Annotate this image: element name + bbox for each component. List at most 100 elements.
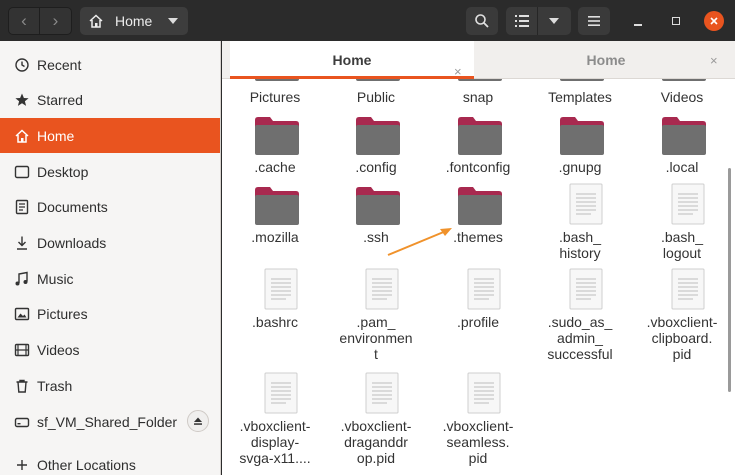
clock-icon [14,57,30,73]
text-file-icon [671,268,705,310]
file-item-sudo-as-admin-successful[interactable]: .sudo_as_ admin_ successful [530,268,630,363]
sidebar-item-trash[interactable]: Trash [0,368,220,403]
sidebar-item-recent[interactable]: Recent [0,47,220,82]
vertical-scrollbar[interactable] [728,168,731,392]
file-item-gnupg[interactable]: .gnupg [530,117,630,177]
text-file-icon [569,268,603,310]
sidebar-item-downloads[interactable]: Downloads [0,225,220,260]
sidebar-item-label: Starred [37,91,83,108]
file-item-public[interactable]: Public [326,79,426,109]
file-label: svga-x11.... [239,450,311,466]
file-item-bash-history[interactable]: .bash_ history [530,183,630,263]
file-item-bashrc[interactable]: .bashrc [225,268,325,363]
file-item-vboxclient-display[interactable]: .vboxclient- display- svga-x11.... [225,372,325,467]
file-label: Pictures [249,89,301,105]
file-label: .profile [456,314,500,330]
file-label: snap [462,89,494,105]
minimize-button[interactable] [628,7,648,35]
history-nav: ‹ › [8,7,72,35]
file-label: .cache [254,159,296,175]
file-item-config[interactable]: .config [326,117,426,177]
file-item-pam-environment[interactable]: .pam_ environmen t [326,268,426,363]
sidebar-item-home[interactable]: Home [0,118,220,153]
file-item-vboxclient-clipboard[interactable]: .vboxclient- clipboard. pid [632,268,732,363]
file-item-videos[interactable]: Videos [632,79,732,109]
close-icon [710,17,718,25]
file-label: pid [468,450,488,466]
file-label: successful [547,346,613,362]
maximize-button[interactable] [666,7,686,35]
forward-button[interactable]: › [40,8,71,34]
search-button[interactable] [466,7,498,35]
sidebar-item-label: Recent [37,56,82,73]
text-file-icon [467,268,501,310]
download-icon [14,235,30,251]
caret-down-icon [168,18,178,24]
list-view-button[interactable] [506,7,538,35]
file-label: Videos [660,89,704,105]
file-item-snap[interactable]: snap [428,79,528,109]
file-item-local[interactable]: .local [632,117,732,177]
videos-icon [14,342,30,358]
tab-close-button[interactable]: × [710,53,718,68]
file-item-vboxclient-draganddrop[interactable]: .vboxclient- draganddr op.pid [326,372,426,467]
sidebar: Recent Starred Home Desktop Documents Do… [0,41,221,475]
file-item-bash-logout[interactable]: .bash_ logout [632,183,732,263]
file-item-cache[interactable]: .cache [225,117,325,177]
menu-button[interactable] [578,7,610,35]
sidebar-item-music[interactable]: Music [0,261,220,296]
sidebar-item-starred[interactable]: Starred [0,82,220,117]
list-view-icon [514,15,529,27]
eject-button[interactable] [187,410,209,432]
minimize-icon [634,24,642,26]
sidebar-item-label: Documents [37,198,108,215]
file-label: Public [356,89,396,105]
chevron-left-icon: ‹ [21,11,27,30]
file-item-profile[interactable]: .profile [428,268,528,363]
sidebar-item-label: Other Locations [37,456,136,473]
back-button[interactable]: ‹ [9,8,41,34]
view-options-button[interactable] [538,7,570,35]
tab-home-active[interactable]: Home × [230,41,474,79]
file-label: .fontconfig [445,159,511,175]
sidebar-item-other-locations[interactable]: Other Locations [0,447,220,475]
file-browser-main: Home × Home × Pictures Public snap Templ… [222,41,735,475]
folder-icon [255,187,299,225]
tab-home-inactive[interactable]: Home × [482,41,730,79]
sidebar-item-desktop[interactable]: Desktop [0,154,220,189]
file-label: .bashrc [252,314,298,330]
tab-close-button[interactable]: × [454,64,462,79]
header-bar: ‹ › Home [0,0,735,41]
folder-icon [662,79,706,81]
sidebar-item-shared-folder[interactable]: sf_VM_Shared_Folder [0,404,220,439]
pictures-icon [14,306,30,322]
text-file-icon [264,372,298,414]
folder-icon [458,187,502,225]
folder-icon [356,79,400,81]
tab-label: Home [586,52,626,68]
sidebar-item-label: Music [37,270,74,287]
file-item-fontconfig[interactable]: .fontconfig [428,117,528,177]
trash-icon [14,378,30,394]
drive-icon [14,414,30,430]
file-label: .bash_ [558,229,602,245]
tab-bar: Home × Home × [222,41,735,79]
file-label: Templates [548,89,612,105]
file-item-pictures[interactable]: Pictures [225,79,325,109]
sidebar-item-label: Home [37,127,75,144]
file-item-templates[interactable]: Templates [530,79,630,109]
file-label: .vboxclient- [239,418,311,434]
file-item-mozilla[interactable]: .mozilla [225,187,325,257]
file-label: .vboxclient- [340,418,412,434]
documents-icon [14,199,30,215]
sidebar-item-documents[interactable]: Documents [0,189,220,224]
path-bar-button[interactable]: Home [80,7,188,35]
sidebar-item-pictures[interactable]: Pictures [0,296,220,331]
file-label: admin_ [557,330,603,346]
file-item-vboxclient-seamless[interactable]: .vboxclient- seamless. pid [428,372,528,467]
close-button[interactable] [704,11,724,31]
file-label: .pam_ [356,314,396,330]
sidebar-item-label: Downloads [37,234,107,251]
sidebar-item-videos[interactable]: Videos [0,332,220,367]
folder-icon [255,79,299,81]
